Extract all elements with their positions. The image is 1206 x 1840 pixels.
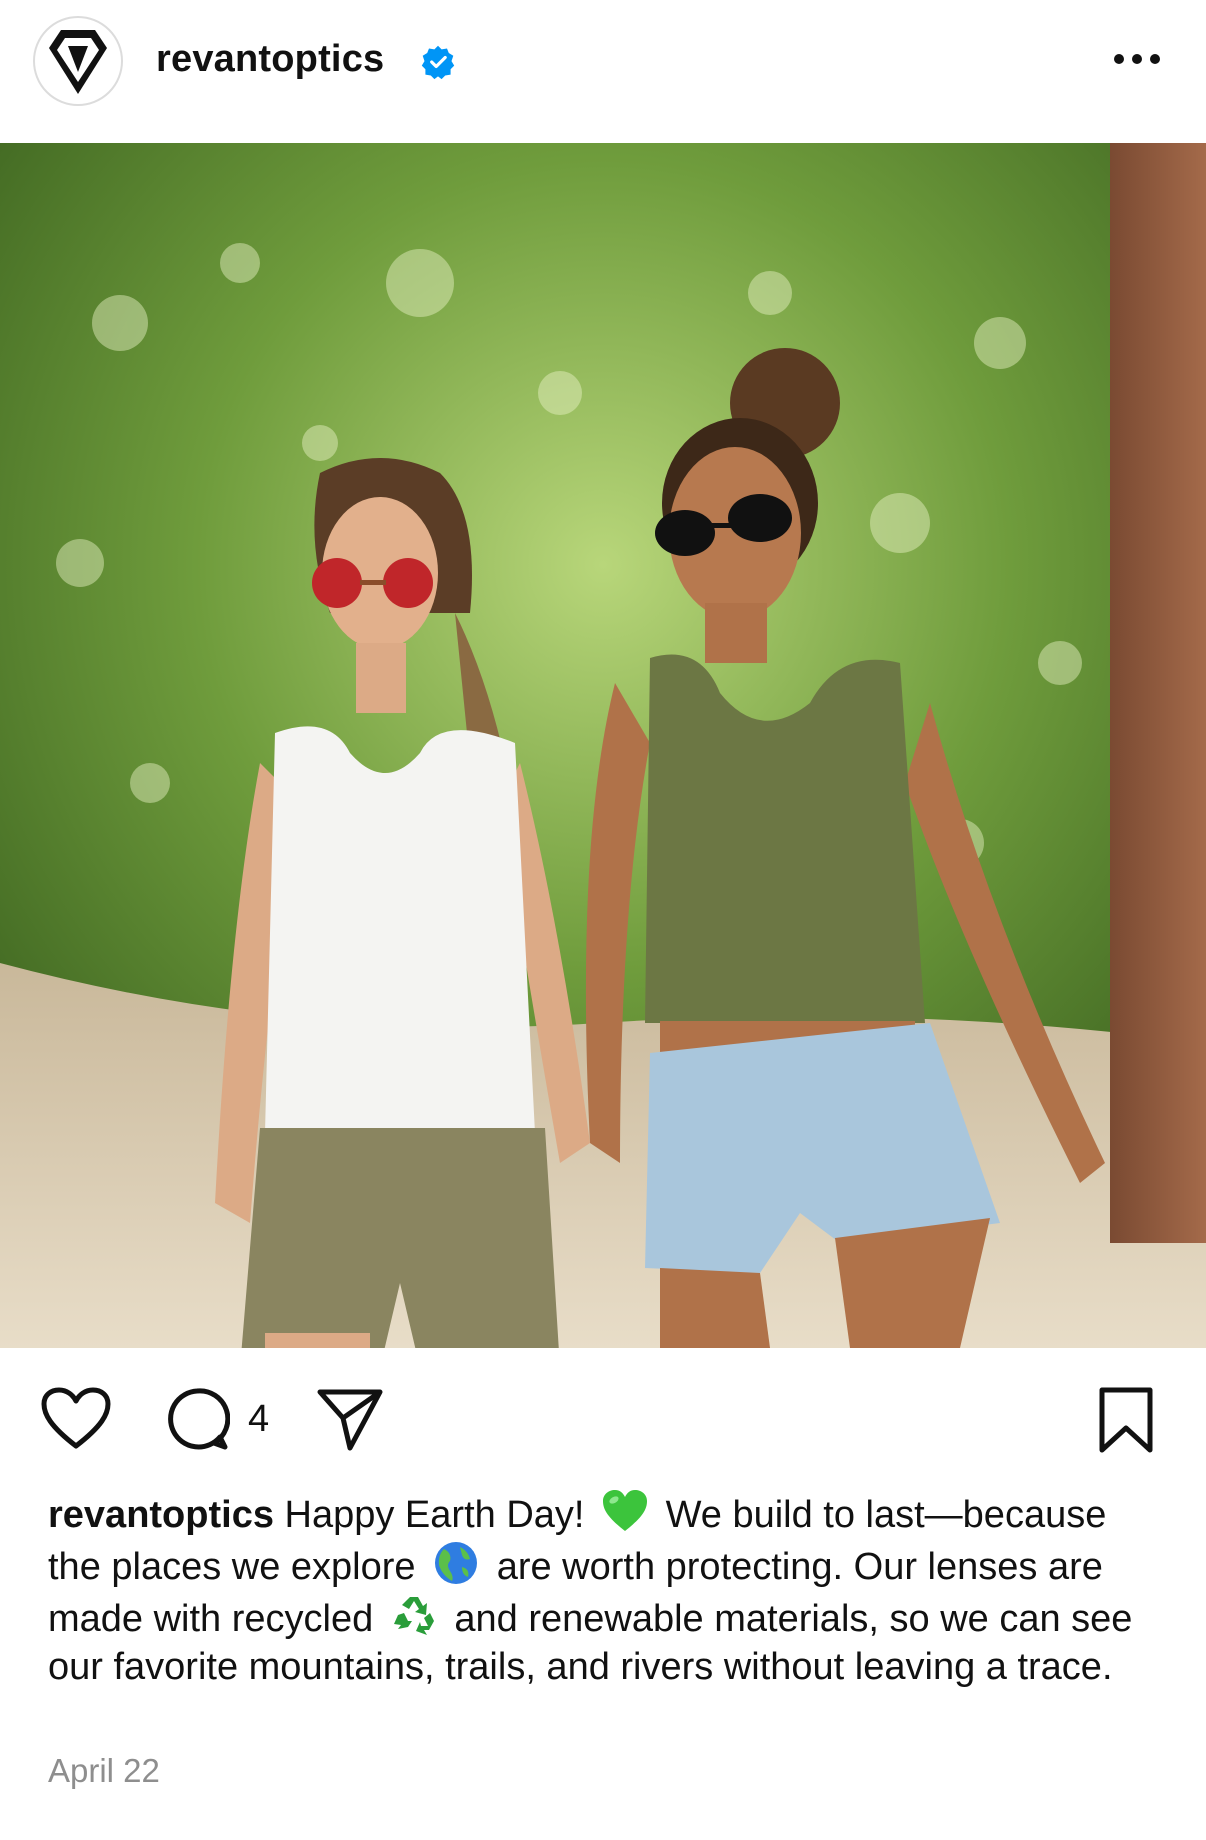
post-photo[interactable]: [0, 143, 1206, 1348]
verified-badge-icon: [421, 45, 455, 80]
green-heart-emoji-icon: [603, 1490, 648, 1531]
post-caption: revantoptics Happy Earth Day! We build t…: [48, 1487, 1168, 1691]
comment-icon[interactable]: [164, 1386, 230, 1452]
post-date: April 22: [48, 1752, 160, 1789]
post-header: revantoptics: [0, 0, 1206, 143]
paper-plane-icon[interactable]: [316, 1386, 384, 1452]
comment-count[interactable]: 4: [248, 1398, 269, 1441]
post-actions-bar: 4: [0, 1348, 1206, 1488]
more-horizontal-icon[interactable]: [1112, 52, 1162, 66]
heart-icon[interactable]: [40, 1386, 112, 1452]
revant-logo-icon: [49, 30, 107, 94]
recycle-emoji-icon: [393, 1597, 434, 1635]
post-username[interactable]: revantoptics: [156, 38, 384, 81]
caption-username[interactable]: revantoptics: [48, 1494, 274, 1536]
globe-emoji-icon: [435, 1542, 478, 1584]
avatar[interactable]: [33, 16, 123, 106]
caption-text-1: Happy Earth Day!: [284, 1494, 585, 1536]
bookmark-icon[interactable]: [1096, 1386, 1156, 1454]
